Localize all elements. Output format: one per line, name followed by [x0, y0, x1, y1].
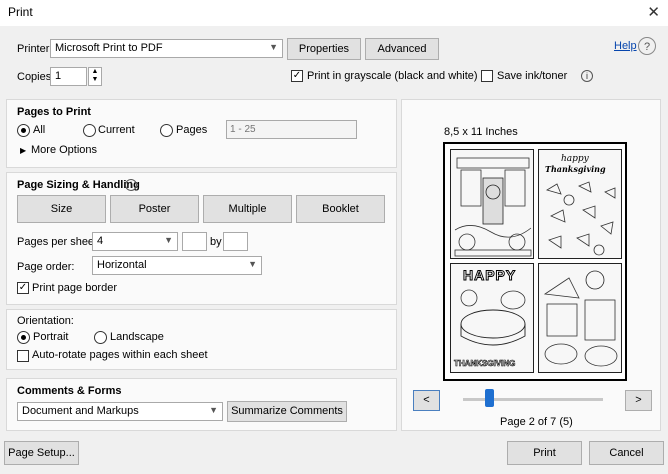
more-options-toggle[interactable]: More Options [31, 144, 97, 156]
next-page-button[interactable]: > [625, 390, 652, 411]
info-icon[interactable]: i [125, 179, 137, 191]
preview-sheet-2: happy Thanksgiving [538, 149, 622, 259]
all-label: All [33, 124, 46, 136]
chevron-down-icon: ▼ [248, 259, 257, 269]
advanced-button[interactable]: Advanced [365, 38, 439, 60]
page-order-value: Horizontal [97, 259, 147, 271]
pages-radio[interactable] [160, 124, 173, 137]
by-label: by [210, 236, 222, 248]
svg-text:?: ? [644, 41, 650, 53]
copies-input[interactable]: 1 [50, 67, 87, 86]
save-ink-label: Save ink/toner [497, 70, 568, 82]
page-order-select[interactable]: Horizontal ▼ [92, 256, 262, 275]
save-ink-checkbox[interactable] [481, 70, 493, 82]
auto-rotate-checkbox[interactable] [17, 350, 29, 362]
page-info: Page 2 of 7 (5) [500, 416, 573, 428]
triangle-right-icon[interactable]: ▶ [20, 146, 26, 155]
pages-per-sheet-label: Pages per sheet: [17, 236, 101, 248]
chevron-down-icon: ▼ [209, 405, 218, 415]
leaves-drawing [546, 181, 616, 256]
cancel-button[interactable]: Cancel [589, 441, 664, 465]
copies-label: Copies: [17, 71, 55, 83]
printer-value: Microsoft Print to PDF [55, 42, 163, 54]
size-tab[interactable]: Size [17, 195, 106, 223]
close-icon[interactable]: ✕ [647, 3, 660, 21]
landscape-label: Landscape [110, 331, 164, 343]
auto-rotate-label: Auto-rotate pages within each sheet [32, 349, 208, 361]
preview-sheet-4 [538, 263, 622, 373]
comments-heading: Comments & Forms [17, 385, 122, 397]
info-icon[interactable]: i [581, 70, 593, 82]
properties-button[interactable]: Properties [287, 38, 361, 60]
comments-value: Document and Markups [22, 405, 139, 417]
multiple-tab[interactable]: Multiple [203, 195, 292, 223]
booklet-tab[interactable]: Booklet [296, 195, 385, 223]
pie-drawing [460, 289, 526, 346]
porch-drawing [454, 157, 532, 257]
printer-label: Printer: [17, 43, 53, 55]
thanksgiving-text: THANKSGIVING [454, 359, 516, 369]
page-sizing-heading: Page Sizing & Handling [17, 179, 140, 191]
print-border-checkbox[interactable]: ✓ [17, 282, 29, 294]
all-radio[interactable] [17, 124, 30, 137]
page-preview: happy Thanksgiving HAPPY THANKSGIVING [443, 142, 627, 381]
preview-sheet-3: HAPPY THANKSGIVING [450, 263, 534, 373]
page-slider-thumb[interactable] [485, 389, 494, 407]
columns-input[interactable] [182, 232, 207, 251]
pages-range-input[interactable] [226, 120, 357, 139]
happy-text: HAPPY [462, 267, 517, 284]
help-icon[interactable]: ? [637, 36, 657, 56]
grayscale-label: Print in grayscale (black and white) [307, 70, 478, 82]
rows-input[interactable] [223, 232, 248, 251]
help-link[interactable]: Help [614, 40, 637, 52]
poster-tab[interactable]: Poster [110, 195, 199, 223]
portrait-label: Portrait [33, 331, 69, 343]
pages-per-sheet-value: 4 [97, 235, 104, 247]
harvest-drawing [543, 270, 618, 367]
preview-sheet-1 [450, 149, 534, 259]
pages-label: Pages [176, 124, 208, 136]
page-slider-track[interactable] [463, 398, 603, 401]
orientation-heading: Orientation: [17, 315, 74, 327]
copies-value: 1 [55, 70, 62, 82]
pages-to-print-heading: Pages to Print [17, 106, 91, 118]
comments-select[interactable]: Document and Markups ▼ [17, 402, 223, 421]
print-button[interactable]: Print [507, 441, 582, 465]
stepper-down-icon[interactable]: ▼ [89, 76, 101, 84]
page-size-label: 8,5 x 11 Inches [444, 126, 518, 138]
pages-per-sheet-select[interactable]: 4 ▼ [92, 232, 178, 251]
print-border-label: Print page border [32, 282, 117, 294]
summarize-comments-button[interactable]: Summarize Comments [227, 401, 347, 422]
current-radio[interactable] [83, 124, 96, 137]
previous-page-button[interactable]: < [413, 390, 440, 411]
current-label: Current [98, 124, 135, 136]
grayscale-checkbox[interactable]: ✓ [291, 70, 303, 82]
script-happy: happy [561, 154, 589, 164]
page-setup-button[interactable]: Page Setup... [4, 441, 79, 465]
title-bar [0, 0, 668, 26]
chevron-down-icon: ▼ [164, 235, 173, 245]
landscape-radio[interactable] [94, 331, 107, 344]
page-order-label: Page order: [17, 261, 75, 273]
portrait-radio[interactable] [17, 331, 30, 344]
window-title: Print [8, 5, 33, 19]
chevron-down-icon: ▼ [269, 42, 278, 52]
printer-select[interactable]: Microsoft Print to PDF ▼ [50, 39, 283, 58]
copies-stepper[interactable]: ▲ ▼ [88, 67, 102, 86]
stepper-up-icon[interactable]: ▲ [89, 68, 101, 76]
script-thanksgiving: Thanksgiving [545, 164, 606, 174]
